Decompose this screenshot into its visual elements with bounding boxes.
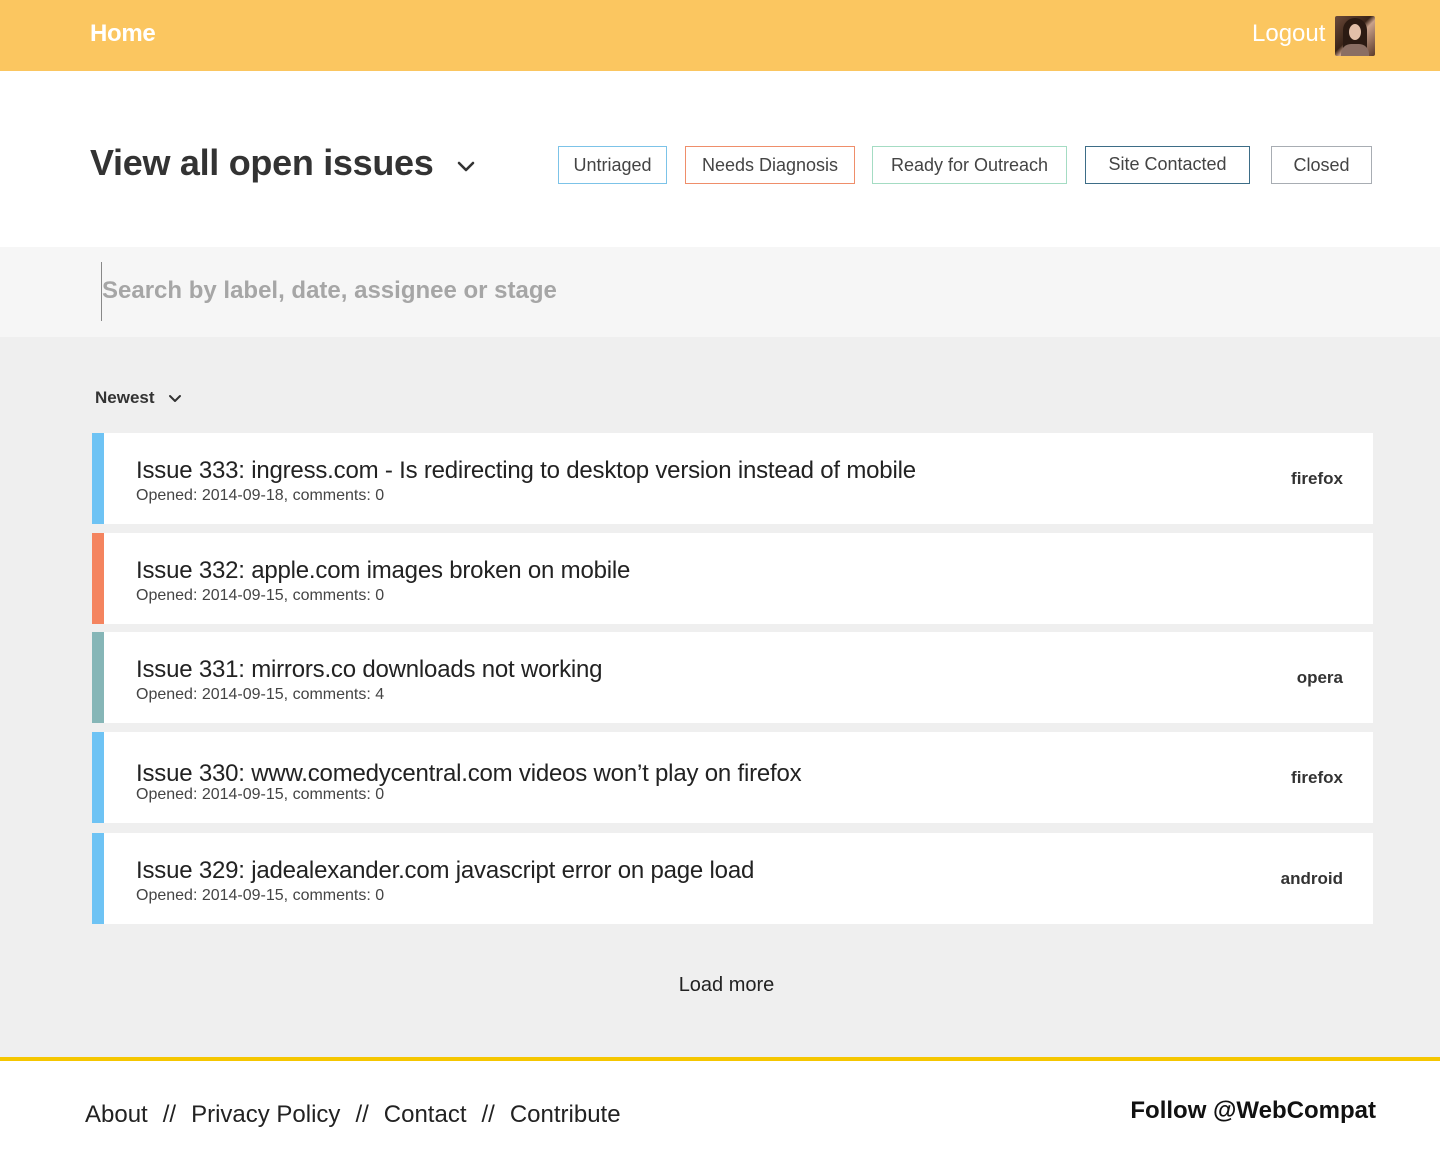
issue-row[interactable]: Issue 332: apple.com images broken on mo… — [92, 533, 1373, 624]
issue-row[interactable]: Issue 331: mirrors.co downloads not work… — [92, 632, 1373, 723]
filter-needs-diagnosis-button[interactable]: Needs Diagnosis — [685, 146, 855, 184]
issue-label[interactable]: android — [1281, 869, 1343, 889]
chevron-down-icon[interactable] — [455, 156, 477, 178]
issue-title[interactable]: Issue 333: ingress.com - Is redirecting … — [136, 457, 916, 485]
issue-meta: Opened: 2014-09-15, comments: 4 — [136, 686, 385, 703]
footer-divider — [0, 1057, 1440, 1061]
chevron-down-icon[interactable] — [167, 391, 183, 407]
footer-separator: // — [162, 1101, 177, 1128]
status-stripe — [92, 533, 104, 624]
status-stripe — [92, 732, 104, 823]
home-link[interactable]: Home — [90, 20, 156, 48]
issue-meta: Opened: 2014-09-15, comments: 0 — [136, 887, 385, 904]
footer-separator: // — [481, 1101, 495, 1128]
page-title: View all open issues — [90, 142, 434, 183]
status-stripe — [92, 632, 104, 723]
issue-meta: Opened: 2014-09-15, comments: 0 — [136, 587, 385, 604]
issue-title[interactable]: Issue 329: jadealexander.com javascript … — [136, 857, 754, 885]
logout-link[interactable]: Logout — [1252, 20, 1325, 48]
footer-separator: // — [355, 1101, 369, 1128]
filter-untriaged-button[interactable]: Untriaged — [558, 146, 667, 184]
issue-meta: Opened: 2014-09-15, comments: 0 — [136, 786, 385, 803]
footer-link-privacy-policy[interactable]: Privacy Policy — [191, 1101, 340, 1128]
footer-link-contribute[interactable]: Contribute — [510, 1101, 621, 1128]
avatar[interactable] — [1335, 16, 1375, 56]
issue-label[interactable]: firefox — [1291, 768, 1343, 788]
issue-title[interactable]: Issue 331: mirrors.co downloads not work… — [136, 656, 602, 684]
filter-closed-button[interactable]: Closed — [1271, 146, 1372, 184]
top-nav-bar: Home Logout — [0, 0, 1440, 71]
footer-links: About // Privacy Policy // Contact // Contribu… — [85, 1101, 621, 1129]
status-stripe — [92, 833, 104, 924]
issue-label[interactable]: opera — [1297, 668, 1343, 688]
filter-ready-for-outreach-button[interactable]: Ready for Outreach — [872, 146, 1067, 184]
issue-label[interactable]: firefox — [1291, 469, 1343, 489]
load-more-button[interactable]: Load more — [0, 974, 1440, 997]
issue-row[interactable]: Issue 329: jadealexander.com javascript … — [92, 833, 1373, 924]
footer-link-about[interactable]: About — [85, 1101, 148, 1128]
search-input[interactable] — [102, 270, 1002, 312]
issue-title[interactable]: Issue 332: apple.com images broken on mo… — [136, 557, 630, 585]
status-stripe — [92, 433, 104, 524]
footer-link-contact[interactable]: Contact — [384, 1101, 467, 1128]
follow-webcompat-link[interactable]: Follow @WebCompat — [1130, 1097, 1376, 1125]
issue-row[interactable]: Issue 330: www.comedycentral.com videos … — [92, 732, 1373, 823]
sort-dropdown[interactable]: Newest — [95, 388, 155, 408]
issue-row[interactable]: Issue 333: ingress.com - Is redirecting … — [92, 433, 1373, 524]
filter-site-contacted-button[interactable]: Site Contacted — [1085, 146, 1250, 184]
issue-meta: Opened: 2014-09-18, comments: 0 — [136, 487, 385, 504]
issue-title[interactable]: Issue 330: www.comedycentral.com videos … — [136, 760, 802, 788]
